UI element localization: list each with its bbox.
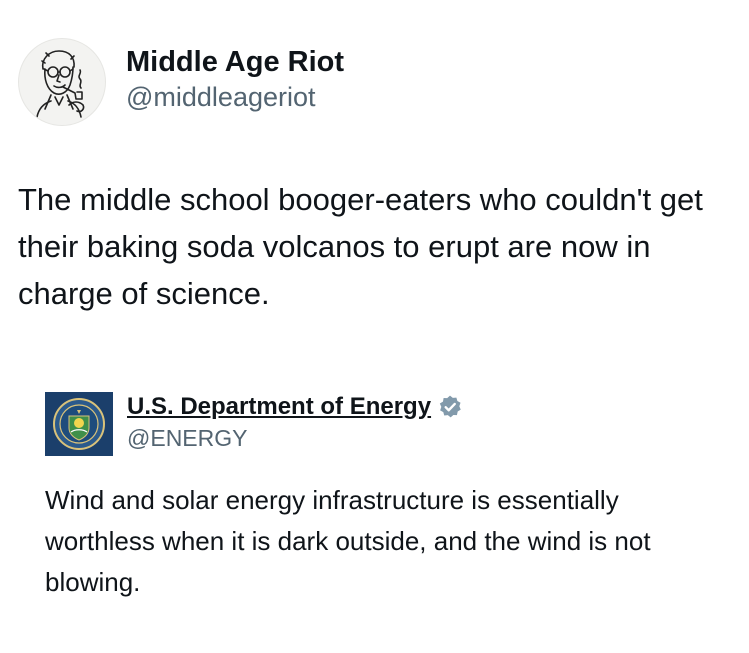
author-display-name[interactable]: Middle Age Riot — [126, 44, 344, 80]
avatar[interactable] — [18, 38, 106, 126]
quoted-name-row: U.S. Department of Energy — [127, 392, 463, 422]
quoted-tweet[interactable]: U.S. Department of Energy @ENERGY Wind a… — [0, 372, 749, 653]
quoted-handle[interactable]: @ENERGY — [127, 422, 463, 454]
author-handle[interactable]: @middleageriot — [126, 80, 344, 114]
doe-seal-logo-icon — [53, 398, 105, 450]
tweet-header: Middle Age Riot @middleageriot — [18, 38, 344, 126]
verified-badge-icon — [437, 394, 463, 420]
quoted-tweet-header: U.S. Department of Energy @ENERGY — [45, 392, 463, 456]
quoted-author-info: U.S. Department of Energy @ENERGY — [127, 392, 463, 454]
tweet: Middle Age Riot @middleageriot The middl… — [0, 0, 749, 653]
author-info: Middle Age Riot @middleageriot — [126, 44, 344, 114]
retro-man-pipe-illustration-icon — [36, 50, 85, 118]
quoted-avatar[interactable] — [45, 392, 113, 456]
tweet-text: The middle school booger-eaters who coul… — [18, 182, 703, 311]
quoted-tweet-text: Wind and solar energy infrastructure is … — [45, 485, 651, 597]
quoted-display-name[interactable]: U.S. Department of Energy — [127, 392, 431, 422]
